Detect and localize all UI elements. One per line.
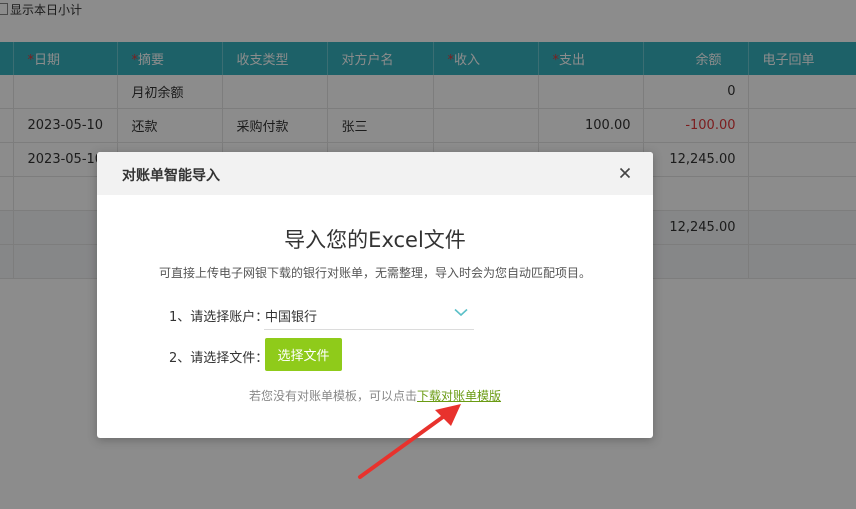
dialog-header: 对账单智能导入: [97, 152, 653, 195]
close-icon[interactable]: [617, 165, 633, 181]
account-select[interactable]: 中国银行: [264, 299, 474, 330]
choose-file-button[interactable]: 选择文件: [265, 338, 342, 371]
account-label: 1、请选择账户：: [169, 310, 269, 325]
dialog-subtitle: 可直接上传电子网银下载的银行对账单，无需整理，导入时会为您自动匹配项目。: [158, 266, 591, 280]
import-dialog: 对账单智能导入 导入您的Excel文件 可直接上传电子网银下载的银行对账单，无需…: [97, 152, 653, 438]
account-select-value: 中国银行: [265, 310, 318, 325]
chevron-down-icon[interactable]: [454, 306, 468, 321]
red-arrow-annotation: [358, 404, 461, 479]
dialog-title: 对账单智能导入: [122, 168, 220, 184]
file-label: 2、请选择文件：: [169, 351, 269, 366]
dialog-heading: 导入您的Excel文件: [284, 228, 466, 252]
